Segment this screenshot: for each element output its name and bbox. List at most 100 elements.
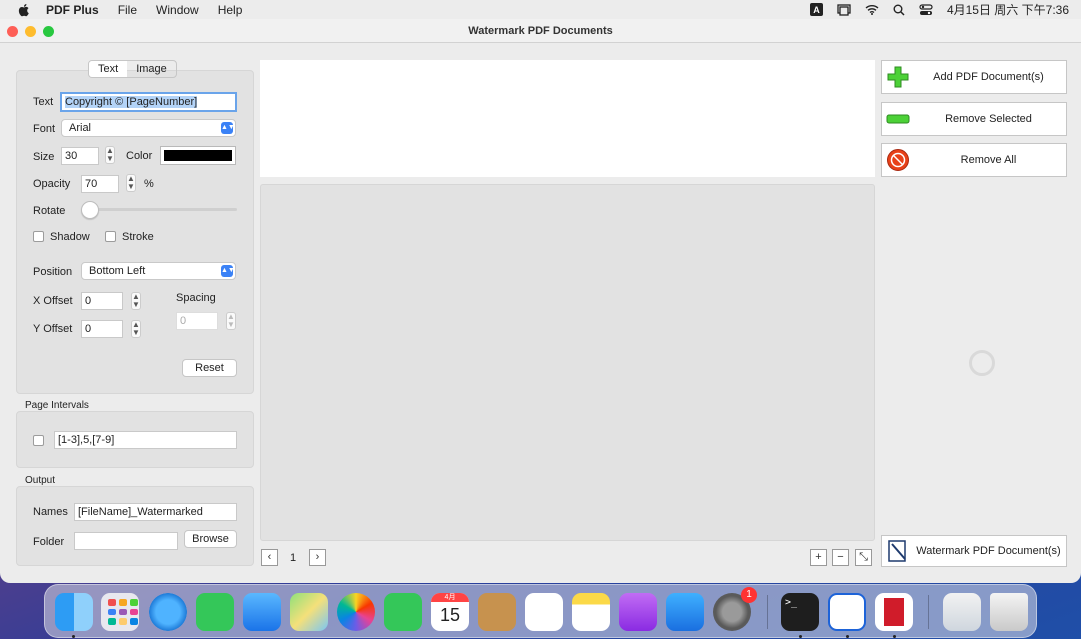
zoom-in-button[interactable]: + (810, 549, 827, 566)
wifi-icon[interactable] (865, 4, 879, 15)
screen-mirror-icon[interactable] (837, 3, 851, 16)
opacity-stepper[interactable]: ▲ ▼ (126, 174, 136, 192)
page-intervals-value: [1-3],5,[7-9] (58, 434, 115, 446)
plus-icon (885, 64, 911, 90)
opacity-label: Opacity (33, 178, 71, 190)
tab-image[interactable]: Image (127, 61, 176, 77)
page-intervals-section-label: Page Intervals (25, 400, 89, 411)
control-center-icon[interactable] (919, 3, 933, 16)
window-title: Watermark PDF Documents (468, 24, 613, 37)
chevron-left-icon: ‹ (267, 551, 272, 563)
dock-contacts-icon[interactable] (478, 593, 516, 631)
dock-separator (767, 595, 768, 629)
dock-running-dot (72, 635, 75, 638)
rotate-slider-track[interactable] (82, 208, 237, 211)
stroke-checkbox[interactable] (105, 231, 116, 242)
folder-input[interactable] (74, 532, 178, 550)
names-input[interactable]: [FileName]_Watermarked (74, 503, 237, 521)
dock-photos-icon[interactable] (337, 593, 375, 631)
browse-button[interactable]: Browse (184, 530, 237, 548)
color-well[interactable] (160, 146, 236, 165)
input-source-icon[interactable]: A (809, 3, 823, 16)
menu-clock[interactable]: 4月15日 周六 下午7:36 (947, 1, 1069, 18)
dock-calendar-icon[interactable]: 4月 15 (431, 593, 469, 631)
tab-text[interactable]: Text (89, 61, 128, 77)
zoom-window-button[interactable] (43, 26, 54, 37)
dock-reminders-icon[interactable] (525, 593, 563, 631)
page-intervals-input[interactable]: [1-3],5,[7-9] (54, 431, 237, 449)
dock-safari-icon[interactable] (149, 593, 187, 631)
dock-pdf-plus-icon[interactable] (875, 593, 913, 631)
next-page-button[interactable]: › (309, 549, 326, 566)
spacing-input: 0 (176, 312, 218, 330)
add-pdf-button[interactable]: Add PDF Document(s) (881, 60, 1067, 94)
x-offset-stepper[interactable]: ▲ ▼ (131, 292, 141, 310)
dock-messages-icon[interactable] (196, 593, 234, 631)
apple-icon[interactable] (16, 2, 32, 18)
dock-finder-icon[interactable] (55, 593, 93, 631)
dock-podcasts-icon[interactable] (619, 593, 657, 631)
dock-trash-icon[interactable] (990, 593, 1028, 631)
loading-spinner (969, 350, 995, 376)
dock-running-dot (846, 635, 849, 638)
x-offset-value: 0 (85, 295, 92, 307)
menu-file[interactable]: File (118, 3, 137, 17)
menu-window[interactable]: Window (156, 3, 199, 17)
size-label: Size (33, 151, 55, 163)
remove-all-button[interactable]: Remove All (881, 143, 1067, 177)
close-window-button[interactable] (7, 26, 18, 37)
page-number: 1 (290, 552, 297, 564)
y-offset-stepper[interactable]: ▲ ▼ (131, 320, 141, 338)
opacity-input[interactable]: 70 (81, 175, 119, 193)
chevron-updown-icon: ▲▼ (221, 122, 235, 134)
dock-app-store-icon[interactable] (666, 593, 704, 631)
output-section-label: Output (25, 475, 56, 486)
y-offset-input[interactable]: 0 (81, 320, 123, 338)
dock-pdf-plus-pro-icon[interactable] (828, 593, 866, 631)
size-input-value: 30 (65, 150, 78, 162)
zoom-out-button[interactable]: − (832, 549, 849, 566)
position-select[interactable]: Bottom Left ▲▼ (81, 262, 236, 280)
menu-help[interactable]: Help (218, 3, 243, 17)
minimize-window-button[interactable] (25, 26, 36, 37)
shadow-checkbox[interactable] (33, 231, 44, 242)
watermark-text-input[interactable]: Copyright © [PageNumber] (60, 92, 237, 112)
y-offset-value: 0 (85, 323, 92, 335)
watermark-pdf-button[interactable]: Watermark PDF Document(s) (881, 535, 1067, 567)
reset-button[interactable]: Reset (182, 359, 237, 377)
dock-downloads-icon[interactable] (943, 593, 981, 631)
dock-system-preferences-icon[interactable]: 1 (713, 587, 757, 631)
notification-badge: 1 (741, 587, 757, 603)
dock-mail-icon[interactable] (243, 593, 281, 631)
search-icon[interactable] (893, 4, 905, 16)
watermark-pdf-label: Watermark PDF Document(s) (916, 545, 1061, 557)
rotate-slider-knob[interactable] (81, 201, 99, 219)
dock: 4月 15 1 >_ (44, 584, 1037, 638)
size-stepper[interactable]: ▲ ▼ (105, 146, 115, 164)
x-offset-label: X Offset (33, 295, 73, 307)
dock-maps-icon[interactable] (290, 593, 328, 631)
dock-launchpad-icon[interactable] (101, 593, 139, 631)
spacing-value: 0 (180, 315, 187, 327)
expand-icon: ⤡ (859, 551, 868, 563)
page-preview-area[interactable] (260, 184, 875, 541)
color-swatch (164, 150, 232, 161)
opacity-unit: % (144, 178, 154, 190)
dock-notes-icon[interactable] (572, 593, 610, 631)
minus-icon (885, 106, 911, 132)
fit-page-button[interactable]: ⤡ (855, 549, 872, 566)
size-input[interactable]: 30 (61, 147, 99, 165)
page-intervals-checkbox[interactable] (33, 435, 44, 446)
font-select[interactable]: Arial ▲▼ (61, 119, 236, 137)
x-offset-input[interactable]: 0 (81, 292, 123, 310)
dock-terminal-icon[interactable]: >_ (781, 593, 819, 631)
menu-app-name[interactable]: PDF Plus (46, 3, 99, 17)
menu-bar: PDF Plus File Window Help A 4月15日 周六 下午7… (0, 0, 1081, 19)
document-list[interactable] (260, 60, 875, 177)
previous-page-button[interactable]: ‹ (261, 549, 278, 566)
dock-facetime-icon[interactable] (384, 593, 422, 631)
watermark-text-value: Copyright © [PageNumber] (65, 96, 198, 108)
text-label: Text (33, 96, 54, 108)
remove-selected-button[interactable]: Remove Selected (881, 102, 1067, 136)
calendar-month: 4月 (431, 593, 469, 602)
